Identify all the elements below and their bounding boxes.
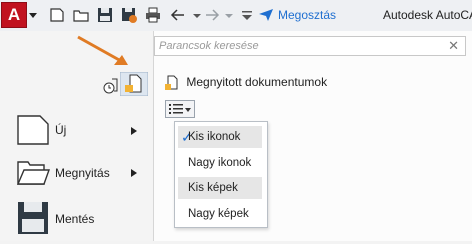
new-document-icon (17, 115, 49, 145)
chevron-down-icon[interactable] (28, 8, 38, 22)
submenu-arrow-icon (131, 169, 137, 177)
undo-icon[interactable] (170, 6, 188, 24)
document-icon (165, 75, 178, 90)
menu-item-label: Megnyitás (55, 166, 110, 180)
menu-item-open[interactable]: Megnyitás (0, 148, 153, 198)
search-placeholder: Parancsok keresése (159, 40, 259, 52)
view-option-label: Nagy ikonok (188, 157, 252, 169)
list-view-icon (169, 104, 191, 114)
clear-search-icon[interactable]: ✕ (448, 38, 459, 54)
save-icon[interactable] (96, 6, 114, 24)
view-options-dropdown: ✓ Kis ikonok Nagy ikonok Kis képek Nagy … (174, 121, 268, 228)
save-floppy-icon (18, 202, 48, 234)
open-documents-title: Megnyitott dokumentumok (186, 75, 328, 90)
menu-item-label: Új (55, 123, 67, 137)
customize-toolbar-icon[interactable] (238, 6, 256, 24)
search-commands-input[interactable]: Parancsok keresése ✕ (154, 36, 466, 56)
app-letter: A (7, 5, 21, 24)
title-bar: A Megosztás Autodesk AutoCA (0, 0, 472, 32)
view-option-label: Kis ikonok (188, 131, 241, 143)
view-option-large-images[interactable]: Nagy képek (178, 203, 262, 225)
view-option-label: Nagy képek (188, 208, 249, 220)
print-icon[interactable] (144, 6, 162, 24)
save-as-icon[interactable] (120, 6, 138, 24)
application-menu-button[interactable]: A (1, 2, 27, 28)
open-documents-icon[interactable] (120, 72, 148, 96)
share-label: Megosztás (278, 8, 337, 22)
annotation-arrow-icon (77, 35, 128, 65)
view-option-large-icons[interactable]: Nagy ikonok (178, 152, 262, 174)
redo-dropdown-icon[interactable] (220, 6, 238, 24)
recent-documents-icon[interactable] (103, 77, 119, 95)
send-icon (259, 9, 273, 21)
menu-item-label: Mentés (55, 212, 95, 226)
open-documents-header: Megnyitott dokumentumok (165, 75, 327, 91)
menu-item-save[interactable]: Mentés (0, 194, 153, 244)
window-title: Autodesk AutoCA (383, 8, 472, 22)
new-file-icon[interactable] (48, 6, 66, 24)
share-button[interactable]: Megosztás (258, 6, 336, 24)
view-option-small-icons[interactable]: ✓ Kis ikonok (178, 126, 262, 148)
view-option-small-images[interactable]: Kis képek (178, 177, 262, 199)
view-option-label: Kis képek (188, 182, 238, 194)
redo-icon[interactable] (202, 6, 220, 24)
open-folder-icon[interactable] (72, 6, 90, 24)
view-options-button[interactable] (165, 100, 195, 118)
open-folder-icon (16, 161, 50, 185)
submenu-arrow-icon (131, 127, 137, 135)
